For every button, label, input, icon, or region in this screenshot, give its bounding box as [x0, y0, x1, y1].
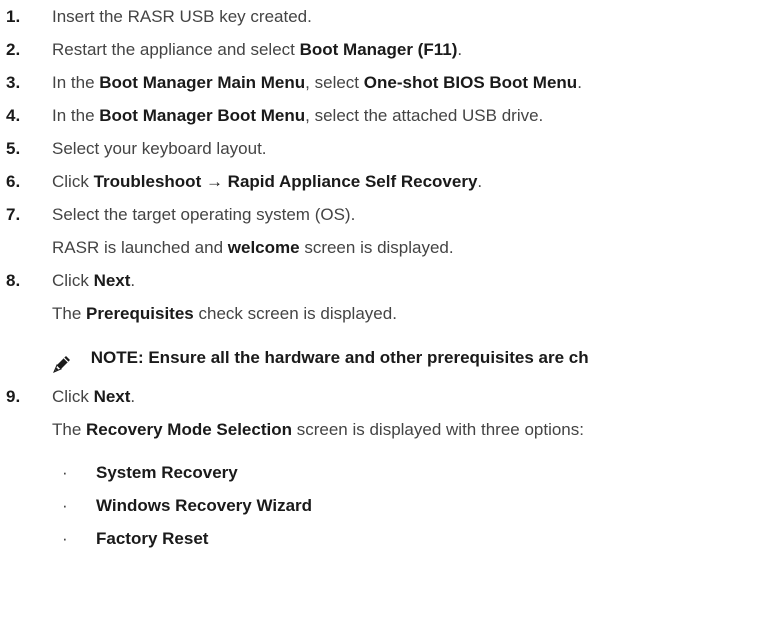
step-number: 1.	[6, 7, 21, 26]
text-run: Click	[52, 271, 94, 290]
note-pencil-icon	[52, 347, 72, 373]
bold-text: Next	[93, 387, 131, 406]
step-3: 3. In the Boot Manager Main Menu, select …	[0, 66, 759, 99]
text-run: screen is displayed.	[299, 238, 454, 257]
step-number: 2.	[6, 40, 21, 59]
bold-text: One-shot BIOS Boot Menu	[363, 73, 578, 92]
text-run: The	[52, 304, 87, 323]
step-result-text: RASR is launched and welcome screen is d…	[0, 231, 759, 264]
bold-text: Prerequisites	[86, 304, 194, 323]
steps-list: 1. Insert the RASR USB key created. 2. Rest…	[0, 0, 759, 330]
step-text: Restart the appliance and select Boot Ma…	[52, 33, 462, 66]
step-text: Click Next.	[52, 380, 135, 413]
bold-text: Boot Manager Boot Menu	[99, 106, 306, 125]
step-text: Select your keyboard layout.	[52, 132, 267, 165]
step-text: Select the target operating system (OS).	[52, 198, 355, 231]
step-number: 4.	[6, 106, 21, 125]
text-run: The	[52, 420, 87, 439]
text-run: screen is displayed with three options:	[292, 420, 584, 439]
text-run: , select	[305, 73, 364, 92]
option-item: · System Recovery	[52, 456, 759, 489]
step-result-text: The Recovery Mode Selection screen is di…	[0, 413, 759, 446]
step-number: 8.	[6, 271, 21, 290]
step-6: 6. Click Troubleshoot → Rapid Appliance S…	[0, 165, 759, 198]
step-4: 4. In the Boot Manager Boot Menu, select …	[0, 99, 759, 132]
text-run: Click	[52, 387, 94, 406]
step-7: 7. Select the target operating system (OS…	[0, 198, 759, 231]
step-text: Click Next.	[52, 264, 135, 297]
step-text: In the Boot Manager Main Menu, select On…	[52, 66, 582, 99]
step-2: 2. Restart the appliance and select Boot …	[0, 33, 759, 66]
step-text: In the Boot Manager Boot Menu, select th…	[52, 99, 543, 132]
text-run: In the	[52, 106, 100, 125]
text-run: Insert the RASR USB key created.	[52, 7, 312, 26]
step-number: 9.	[6, 387, 21, 406]
note-callout: NOTE: Ensure all the hardware and other …	[0, 336, 759, 380]
text-run: Select your keyboard layout.	[52, 139, 267, 158]
bold-text: Boot Manager Main Menu	[99, 73, 306, 92]
recovery-options-list: · System Recovery · Windows Recovery Wiz…	[0, 456, 759, 555]
bold-text: welcome	[227, 238, 300, 257]
step-number: 3.	[6, 73, 21, 92]
option-label: Windows Recovery Wizard	[96, 496, 313, 515]
note-text: NOTE: Ensure all the hardware and other …	[90, 348, 589, 367]
text-run: Select the target operating system (OS).	[52, 205, 356, 224]
text-run: .	[130, 387, 136, 406]
bullet-icon: ·	[62, 529, 68, 548]
step-result-text: The Prerequisites check screen is displa…	[0, 297, 759, 330]
step-1: 1. Insert the RASR USB key created.	[0, 0, 759, 33]
bold-text: Next	[93, 271, 131, 290]
step-number: 5.	[6, 139, 21, 158]
procedure-document: 1. Insert the RASR USB key created. 2. Rest…	[0, 0, 759, 555]
text-run: check screen is displayed.	[193, 304, 397, 323]
text-run: , select the attached USB drive.	[305, 106, 544, 125]
bullet-icon: ·	[62, 496, 68, 515]
text-run: Restart the appliance and select	[52, 40, 300, 59]
text-run: Click	[52, 172, 94, 191]
option-item: · Windows Recovery Wizard	[52, 489, 759, 522]
step-9-container: 9. Click Next. The Recovery Mode Selection…	[0, 380, 759, 446]
text-run: In the	[52, 73, 100, 92]
step-5: 5. Select your keyboard layout.	[0, 132, 759, 165]
text-run: RASR is launched and	[52, 238, 228, 257]
text-run: .	[457, 40, 463, 59]
option-label: Factory Reset	[96, 529, 209, 548]
step-number: 7.	[6, 205, 21, 224]
bold-text: Boot Manager (F11)	[299, 40, 458, 59]
step-text: Insert the RASR USB key created.	[52, 0, 312, 33]
step-text: Click Troubleshoot → Rapid Appliance Sel…	[52, 165, 482, 198]
text-run: .	[577, 73, 582, 92]
step-number: 6.	[6, 172, 21, 191]
bullet-icon: ·	[62, 463, 68, 482]
text-run: .	[477, 172, 483, 191]
option-label: System Recovery	[96, 463, 238, 482]
bold-text: Troubleshoot → Rapid Appliance Self Reco…	[93, 172, 478, 191]
text-run: .	[130, 271, 136, 290]
step-9: 9. Click Next.	[0, 380, 759, 413]
option-item: · Factory Reset	[52, 522, 759, 555]
bold-text: Recovery Mode Selection	[86, 420, 292, 439]
step-8: 8. Click Next.	[0, 264, 759, 297]
